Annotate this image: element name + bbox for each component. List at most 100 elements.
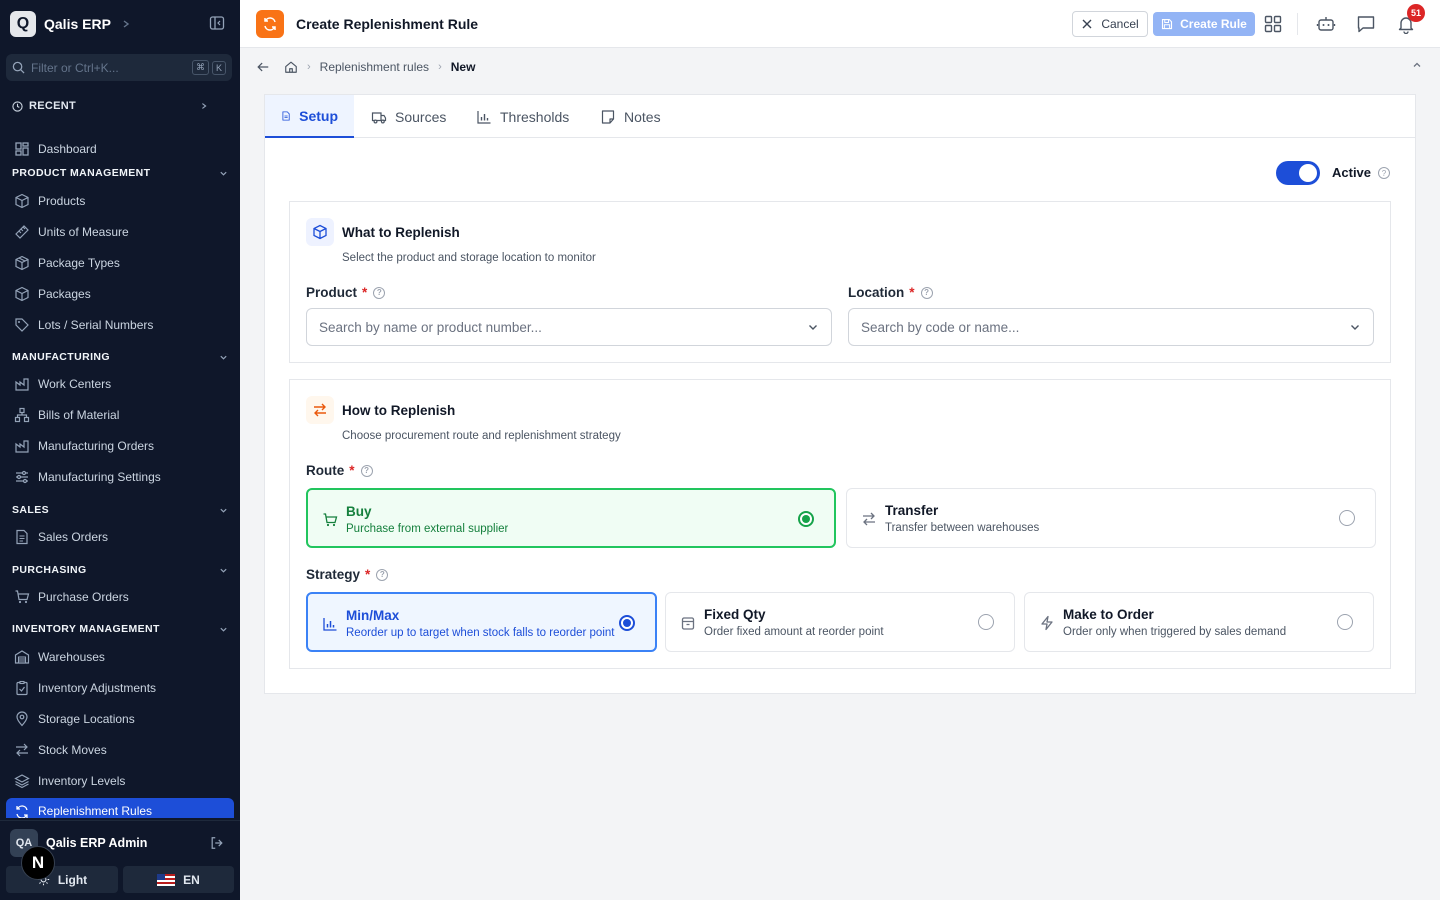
radio-selected[interactable] — [619, 615, 635, 631]
help-icon[interactable]: ? — [376, 568, 389, 581]
sidebar-item-label: Dashboard — [38, 142, 97, 156]
logout-icon[interactable] — [210, 836, 224, 850]
sidebar-item-purchase-orders[interactable]: Purchase Orders — [6, 583, 234, 611]
brand[interactable]: Q Qalis ERP — [10, 11, 131, 37]
help-icon[interactable]: ? — [920, 286, 933, 299]
sidebar-item-stock-moves[interactable]: Stock Moves — [6, 736, 234, 764]
sidebar-item-sales-orders[interactable]: Sales Orders — [6, 523, 234, 551]
sidebar-item-units-of-measure[interactable]: Units of Measure — [6, 218, 234, 246]
section-subtitle: Choose procurement route and replenishme… — [342, 430, 621, 442]
help-icon[interactable]: ? — [360, 464, 373, 477]
sidebar-item-warehouses[interactable]: Warehouses — [6, 643, 234, 671]
sidebar-item-products[interactable]: Products — [6, 187, 234, 215]
field-label-text: Product — [306, 285, 358, 300]
chevron-down-icon — [220, 627, 227, 632]
arrows-exchange-icon — [16, 743, 28, 757]
cancel-button[interactable]: Cancel — [1072, 11, 1148, 37]
notification-count-badge: 51 — [1407, 4, 1425, 22]
sidebar-item-label: Units of Measure — [38, 225, 129, 239]
language-button[interactable]: EN — [123, 866, 234, 893]
section-manufacturing[interactable]: MANUFACTURING — [12, 350, 228, 364]
sidebar-item-work-centers[interactable]: Work Centers — [6, 370, 234, 398]
sidebar-item-lots-serial-numbers[interactable]: Lots / Serial Numbers — [6, 311, 234, 339]
shortcut-key: ⌘ — [191, 60, 209, 75]
option-description: Order fixed amount at reorder point — [704, 626, 884, 638]
radio-unselected[interactable] — [1339, 510, 1355, 526]
route-option-transfer[interactable]: Transfer Transfer between warehouses — [846, 488, 1376, 548]
create-rule-button[interactable]: Create Rule — [1153, 12, 1255, 36]
sidebar-item-inventory-adjustments[interactable]: Inventory Adjustments — [6, 674, 234, 702]
close-icon — [1082, 19, 1092, 29]
filter-input[interactable] — [31, 60, 189, 75]
section-sales[interactable]: SALES — [12, 503, 228, 517]
option-description: Reorder up to target when stock falls to… — [346, 627, 615, 639]
home-icon[interactable] — [284, 60, 298, 74]
app-logo: Q — [10, 11, 36, 37]
sidebar-item-storage-locations[interactable]: Storage Locations — [6, 705, 234, 733]
help-icon[interactable]: ? — [1378, 167, 1390, 179]
radio-unselected[interactable] — [978, 614, 994, 630]
back-arrow-icon[interactable] — [256, 60, 270, 74]
chat-icon[interactable] — [1356, 14, 1376, 34]
strategy-option-min-max[interactable]: Min/Max Reorder up to target when stock … — [306, 592, 657, 652]
what-to-replenish-section: What to Replenish Select the product and… — [289, 201, 1391, 363]
tab-notes[interactable]: Notes — [584, 95, 677, 138]
us-flag-icon — [157, 873, 176, 886]
strategy-option-make-to-order[interactable]: Make to Order Order only when triggered … — [1024, 592, 1374, 652]
help-icon[interactable]: ? — [373, 286, 386, 299]
section-inventory-management[interactable]: INVENTORY MANAGEMENT — [12, 622, 228, 636]
sidebar-item-inventory-levels[interactable]: Inventory Levels — [6, 767, 234, 795]
route-option-buy[interactable]: Buy Purchase from external supplier — [306, 488, 836, 548]
package-icon — [15, 286, 29, 302]
search-icon — [12, 61, 25, 74]
sidebar-item-manufacturing-settings[interactable]: Manufacturing Settings — [6, 463, 234, 491]
apps-grid-icon[interactable] — [1263, 14, 1283, 34]
breadcrumb-separator: › — [438, 61, 442, 73]
cart-icon — [322, 512, 338, 528]
box-outline-icon — [680, 615, 696, 631]
tab-setup[interactable]: Setup — [265, 95, 354, 138]
recent-toggle[interactable]: RECENT — [12, 98, 208, 114]
chevron-up-icon[interactable] — [1412, 60, 1422, 70]
next-dev-badge[interactable]: N — [21, 846, 55, 880]
route-label: Route * ? — [306, 463, 373, 478]
location-search-input[interactable] — [861, 319, 1349, 335]
strategy-option-fixed-qty[interactable]: Fixed Qty Order fixed amount at reorder … — [665, 592, 1015, 652]
sidebar-item-packages[interactable]: Packages — [6, 280, 234, 308]
radio-unselected[interactable] — [1337, 614, 1353, 630]
section-label: PRODUCT MANAGEMENT — [12, 167, 151, 179]
breadcrumb-link[interactable]: Replenishment rules — [320, 60, 429, 74]
product-select[interactable] — [306, 308, 832, 346]
section-label: INVENTORY MANAGEMENT — [12, 623, 160, 635]
box-icon — [306, 218, 334, 246]
create-label: Create Rule — [1180, 17, 1247, 31]
location-select[interactable] — [848, 308, 1374, 346]
save-icon — [1162, 18, 1173, 30]
active-toggle[interactable] — [1276, 161, 1320, 185]
radio-selected[interactable] — [798, 511, 814, 527]
tab-sources[interactable]: Sources — [355, 95, 462, 138]
product-search-input[interactable] — [319, 319, 807, 335]
chevron-down-icon — [220, 568, 227, 573]
tab-thresholds[interactable]: Thresholds — [460, 95, 585, 138]
sidebar-item-dashboard[interactable]: Dashboard — [6, 135, 234, 163]
option-description: Transfer between warehouses — [885, 522, 1040, 534]
robot-icon[interactable] — [1316, 14, 1336, 34]
user-name: Qalis ERP Admin — [46, 835, 148, 850]
sidebar-item-package-types[interactable]: Package Types — [6, 249, 234, 277]
how-to-replenish-section: How to Replenish Choose procurement rout… — [289, 379, 1391, 669]
package-icon — [15, 255, 29, 271]
section-product-management[interactable]: PRODUCT MANAGEMENT — [12, 166, 228, 180]
sidebar-item-manufacturing-orders[interactable]: Manufacturing Orders — [6, 432, 234, 460]
refresh-icon — [16, 805, 28, 818]
document-icon — [16, 529, 28, 545]
sidebar-collapse-icon[interactable] — [209, 15, 225, 31]
sidebar-item-replenishment-rules[interactable]: Replenishment Rules — [6, 798, 234, 818]
option-title: Make to Order — [1063, 607, 1154, 622]
sidebar-item-label: Manufacturing Settings — [38, 470, 161, 484]
tab-bar: Setup Sources Thresholds Notes — [265, 95, 1415, 138]
chevron-down-icon — [809, 325, 817, 330]
sidebar-item-bills-of-material[interactable]: Bills of Material — [6, 401, 234, 429]
section-purchasing[interactable]: PURCHASING — [12, 563, 228, 577]
arrows-exchange-icon — [306, 396, 334, 424]
